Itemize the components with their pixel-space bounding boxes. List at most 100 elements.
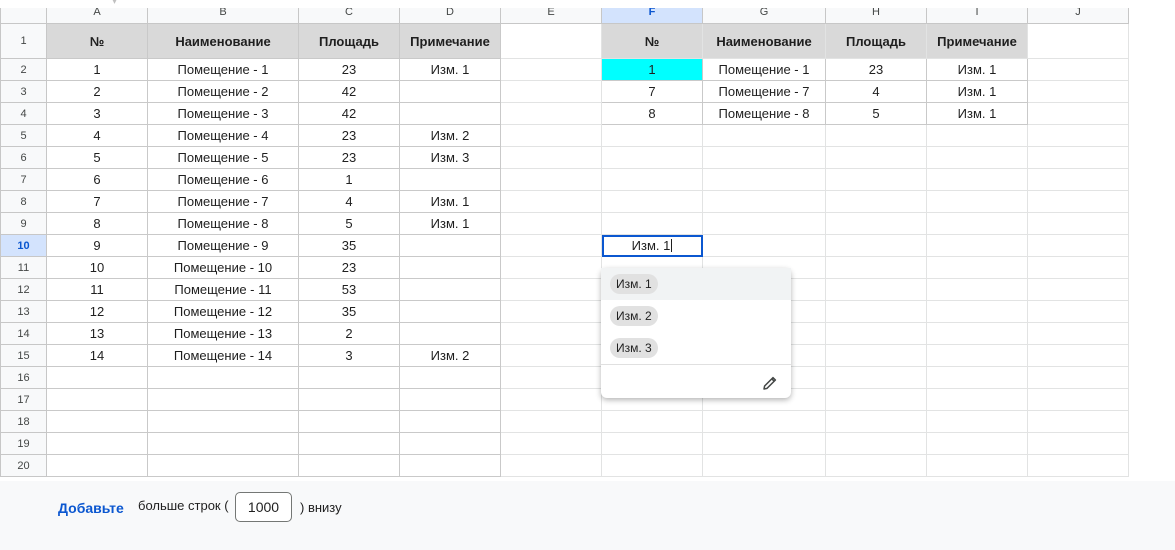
table2-cell[interactable]: 4	[825, 80, 927, 103]
cell[interactable]	[601, 124, 703, 147]
cell[interactable]	[825, 322, 927, 345]
row-header[interactable]: 2	[0, 58, 47, 81]
row-header[interactable]: 4	[0, 102, 47, 125]
row-header[interactable]: 7	[0, 168, 47, 191]
cell[interactable]	[1027, 278, 1129, 301]
cell[interactable]	[702, 234, 826, 257]
table1-cell[interactable]: 5	[298, 212, 400, 235]
table1-cell[interactable]: 42	[298, 80, 400, 103]
table2-cell[interactable]: Помещение - 7	[702, 80, 826, 103]
row-header[interactable]: 5	[0, 124, 47, 147]
pencil-icon[interactable]	[761, 374, 779, 392]
table2-cell[interactable]: 5	[825, 102, 927, 125]
active-cell[interactable]: Изм. 1	[601, 234, 703, 257]
row-header[interactable]: 6	[0, 146, 47, 169]
rows-count-input[interactable]	[235, 492, 292, 522]
cell[interactable]	[601, 190, 703, 213]
cell[interactable]	[702, 212, 826, 235]
table1-cell[interactable]	[399, 388, 501, 411]
table2-header-cell[interactable]: Примечание	[926, 23, 1028, 59]
row-header[interactable]: 1	[0, 23, 47, 59]
cell[interactable]	[926, 432, 1028, 455]
cell[interactable]	[500, 366, 602, 389]
table1-cell[interactable]: Изм. 3	[399, 146, 501, 169]
table1-cell[interactable]	[399, 410, 501, 433]
cell[interactable]	[825, 234, 927, 257]
cell[interactable]	[1027, 300, 1129, 323]
table1-cell[interactable]	[399, 80, 501, 103]
cell[interactable]	[702, 146, 826, 169]
cell[interactable]	[500, 23, 602, 59]
table1-cell[interactable]: 11	[46, 278, 148, 301]
table2-cell[interactable]: 23	[825, 58, 927, 81]
table1-cell[interactable]	[399, 102, 501, 125]
table2-header-cell[interactable]: Наименование	[702, 23, 826, 59]
table1-cell[interactable]	[46, 388, 148, 411]
row-header[interactable]: 13	[0, 300, 47, 323]
row-header[interactable]: 15	[0, 344, 47, 367]
table1-cell[interactable]	[298, 432, 400, 455]
cell[interactable]	[500, 300, 602, 323]
cell[interactable]	[702, 168, 826, 191]
cell[interactable]	[1027, 256, 1129, 279]
cell[interactable]	[825, 432, 927, 455]
row-header[interactable]: 12	[0, 278, 47, 301]
table2-cell[interactable]: Помещение - 1	[702, 58, 826, 81]
table2-cell[interactable]: 7	[601, 80, 703, 103]
table1-cell[interactable]: 10	[46, 256, 148, 279]
table1-cell[interactable]: 3	[46, 102, 148, 125]
cell[interactable]	[825, 300, 927, 323]
table1-header-cell[interactable]: №	[46, 23, 148, 59]
dropdown-option-1[interactable]: Изм. 1	[601, 268, 791, 300]
cell[interactable]	[500, 168, 602, 191]
table1-cell[interactable]: 6	[46, 168, 148, 191]
cell[interactable]	[1027, 366, 1129, 389]
table1-cell[interactable]: 12	[46, 300, 148, 323]
row-header[interactable]: 3	[0, 80, 47, 103]
row-header[interactable]: 18	[0, 410, 47, 433]
table1-cell[interactable]: 5	[46, 146, 148, 169]
cell[interactable]	[500, 146, 602, 169]
table1-cell[interactable]	[399, 278, 501, 301]
row-header[interactable]: 8	[0, 190, 47, 213]
dropdown-option-2[interactable]: Изм. 2	[601, 300, 791, 332]
cell[interactable]	[1027, 212, 1129, 235]
cell[interactable]	[926, 212, 1028, 235]
table1-cell[interactable]: Помещение - 4	[147, 124, 299, 147]
table1-cell[interactable]	[399, 300, 501, 323]
table1-cell[interactable]	[147, 454, 299, 477]
cell[interactable]	[926, 322, 1028, 345]
table1-cell[interactable]: 53	[298, 278, 400, 301]
table1-cell[interactable]: Помещение - 5	[147, 146, 299, 169]
table2-header-cell[interactable]: Площадь	[825, 23, 927, 59]
table1-cell[interactable]: Помещение - 1	[147, 58, 299, 81]
table1-cell[interactable]: 35	[298, 234, 400, 257]
table1-cell[interactable]: 3	[298, 344, 400, 367]
table1-cell[interactable]: 1	[298, 168, 400, 191]
table1-cell[interactable]	[399, 256, 501, 279]
cell[interactable]	[500, 410, 602, 433]
cell[interactable]	[926, 278, 1028, 301]
cell[interactable]	[702, 124, 826, 147]
cell[interactable]	[926, 344, 1028, 367]
table1-header-cell[interactable]: Примечание	[399, 23, 501, 59]
cell[interactable]	[1027, 432, 1129, 455]
table1-cell[interactable]: 1	[46, 58, 148, 81]
table1-cell[interactable]	[46, 366, 148, 389]
cell[interactable]	[926, 124, 1028, 147]
table1-cell[interactable]: Помещение - 14	[147, 344, 299, 367]
table1-cell[interactable]	[399, 322, 501, 345]
cell[interactable]	[1027, 190, 1129, 213]
table1-header-cell[interactable]: Площадь	[298, 23, 400, 59]
table1-cell[interactable]: 14	[46, 344, 148, 367]
cell[interactable]	[1027, 102, 1129, 125]
cell[interactable]	[825, 190, 927, 213]
table1-cell[interactable]: Помещение - 8	[147, 212, 299, 235]
table1-cell[interactable]: 23	[298, 58, 400, 81]
cell[interactable]	[926, 234, 1028, 257]
row-header[interactable]: 9	[0, 212, 47, 235]
add-rows-button[interactable]: Добавьте	[58, 500, 124, 516]
cell[interactable]	[825, 124, 927, 147]
cell[interactable]	[601, 410, 703, 433]
cell[interactable]	[500, 278, 602, 301]
